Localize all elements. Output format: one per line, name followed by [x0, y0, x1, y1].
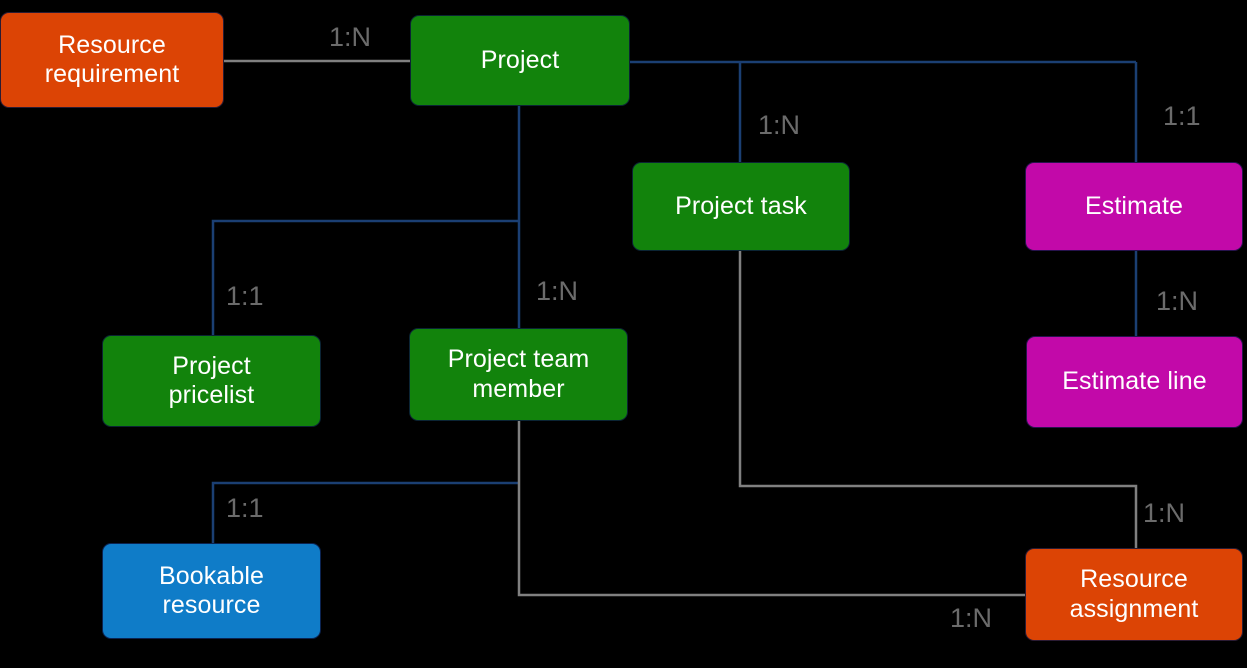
node-label-project: Project	[480, 45, 560, 74]
edge-label-estimate-estimate-line: 1:N	[1156, 286, 1199, 316]
node-label-resource-requirement: Resource requirement	[44, 30, 180, 89]
connector-project-team-member-resource-assignment	[517, 421, 1025, 597]
edge-label-project-project-pricelist: 1:1	[226, 281, 264, 311]
node-bookable-resource[interactable]: Bookable resource	[102, 543, 321, 639]
edge-label-project-estimate: 1:1	[1163, 101, 1201, 131]
node-resource-assignment[interactable]: Resource assignment	[1025, 548, 1243, 641]
edge-label-project-team-member-bookable-resource: 1:1	[226, 493, 264, 523]
edge-label-project-project-team-member: 1:N	[536, 276, 579, 306]
node-label-estimate-line: Estimate line	[1062, 367, 1207, 396]
node-project[interactable]: Project	[410, 15, 630, 106]
node-label-estimate: Estimate	[1084, 191, 1184, 220]
node-label-bookable-resource: Bookable resource	[158, 561, 265, 620]
edge-label-resource-requirement-project: 1:N	[329, 22, 372, 52]
node-project-team-member[interactable]: Project team member	[409, 328, 628, 421]
node-label-project-task: Project task	[675, 191, 807, 220]
edge-label-project-team-member-resource-assignment: 1:N	[950, 603, 993, 633]
node-label-resource-assignment: Resource assignment	[1069, 565, 1199, 623]
node-project-task[interactable]: Project task	[632, 162, 850, 251]
node-project-pricelist[interactable]: Project pricelist	[102, 335, 321, 427]
connector-project-pricelist	[211, 219, 519, 335]
edge-label-project-task-resource-assignment: 1:N	[1143, 498, 1186, 528]
node-label-project-team-member: Project team member	[447, 345, 590, 403]
node-estimate-line[interactable]: Estimate line	[1026, 336, 1243, 428]
node-resource-requirement[interactable]: Resource requirement	[0, 12, 224, 108]
diagram-canvas: Resource requirement Project Project tas…	[0, 0, 1247, 668]
node-estimate[interactable]: Estimate	[1025, 162, 1243, 251]
node-label-project-pricelist: Project pricelist	[168, 351, 255, 410]
edge-label-project-project-task: 1:N	[758, 110, 801, 140]
